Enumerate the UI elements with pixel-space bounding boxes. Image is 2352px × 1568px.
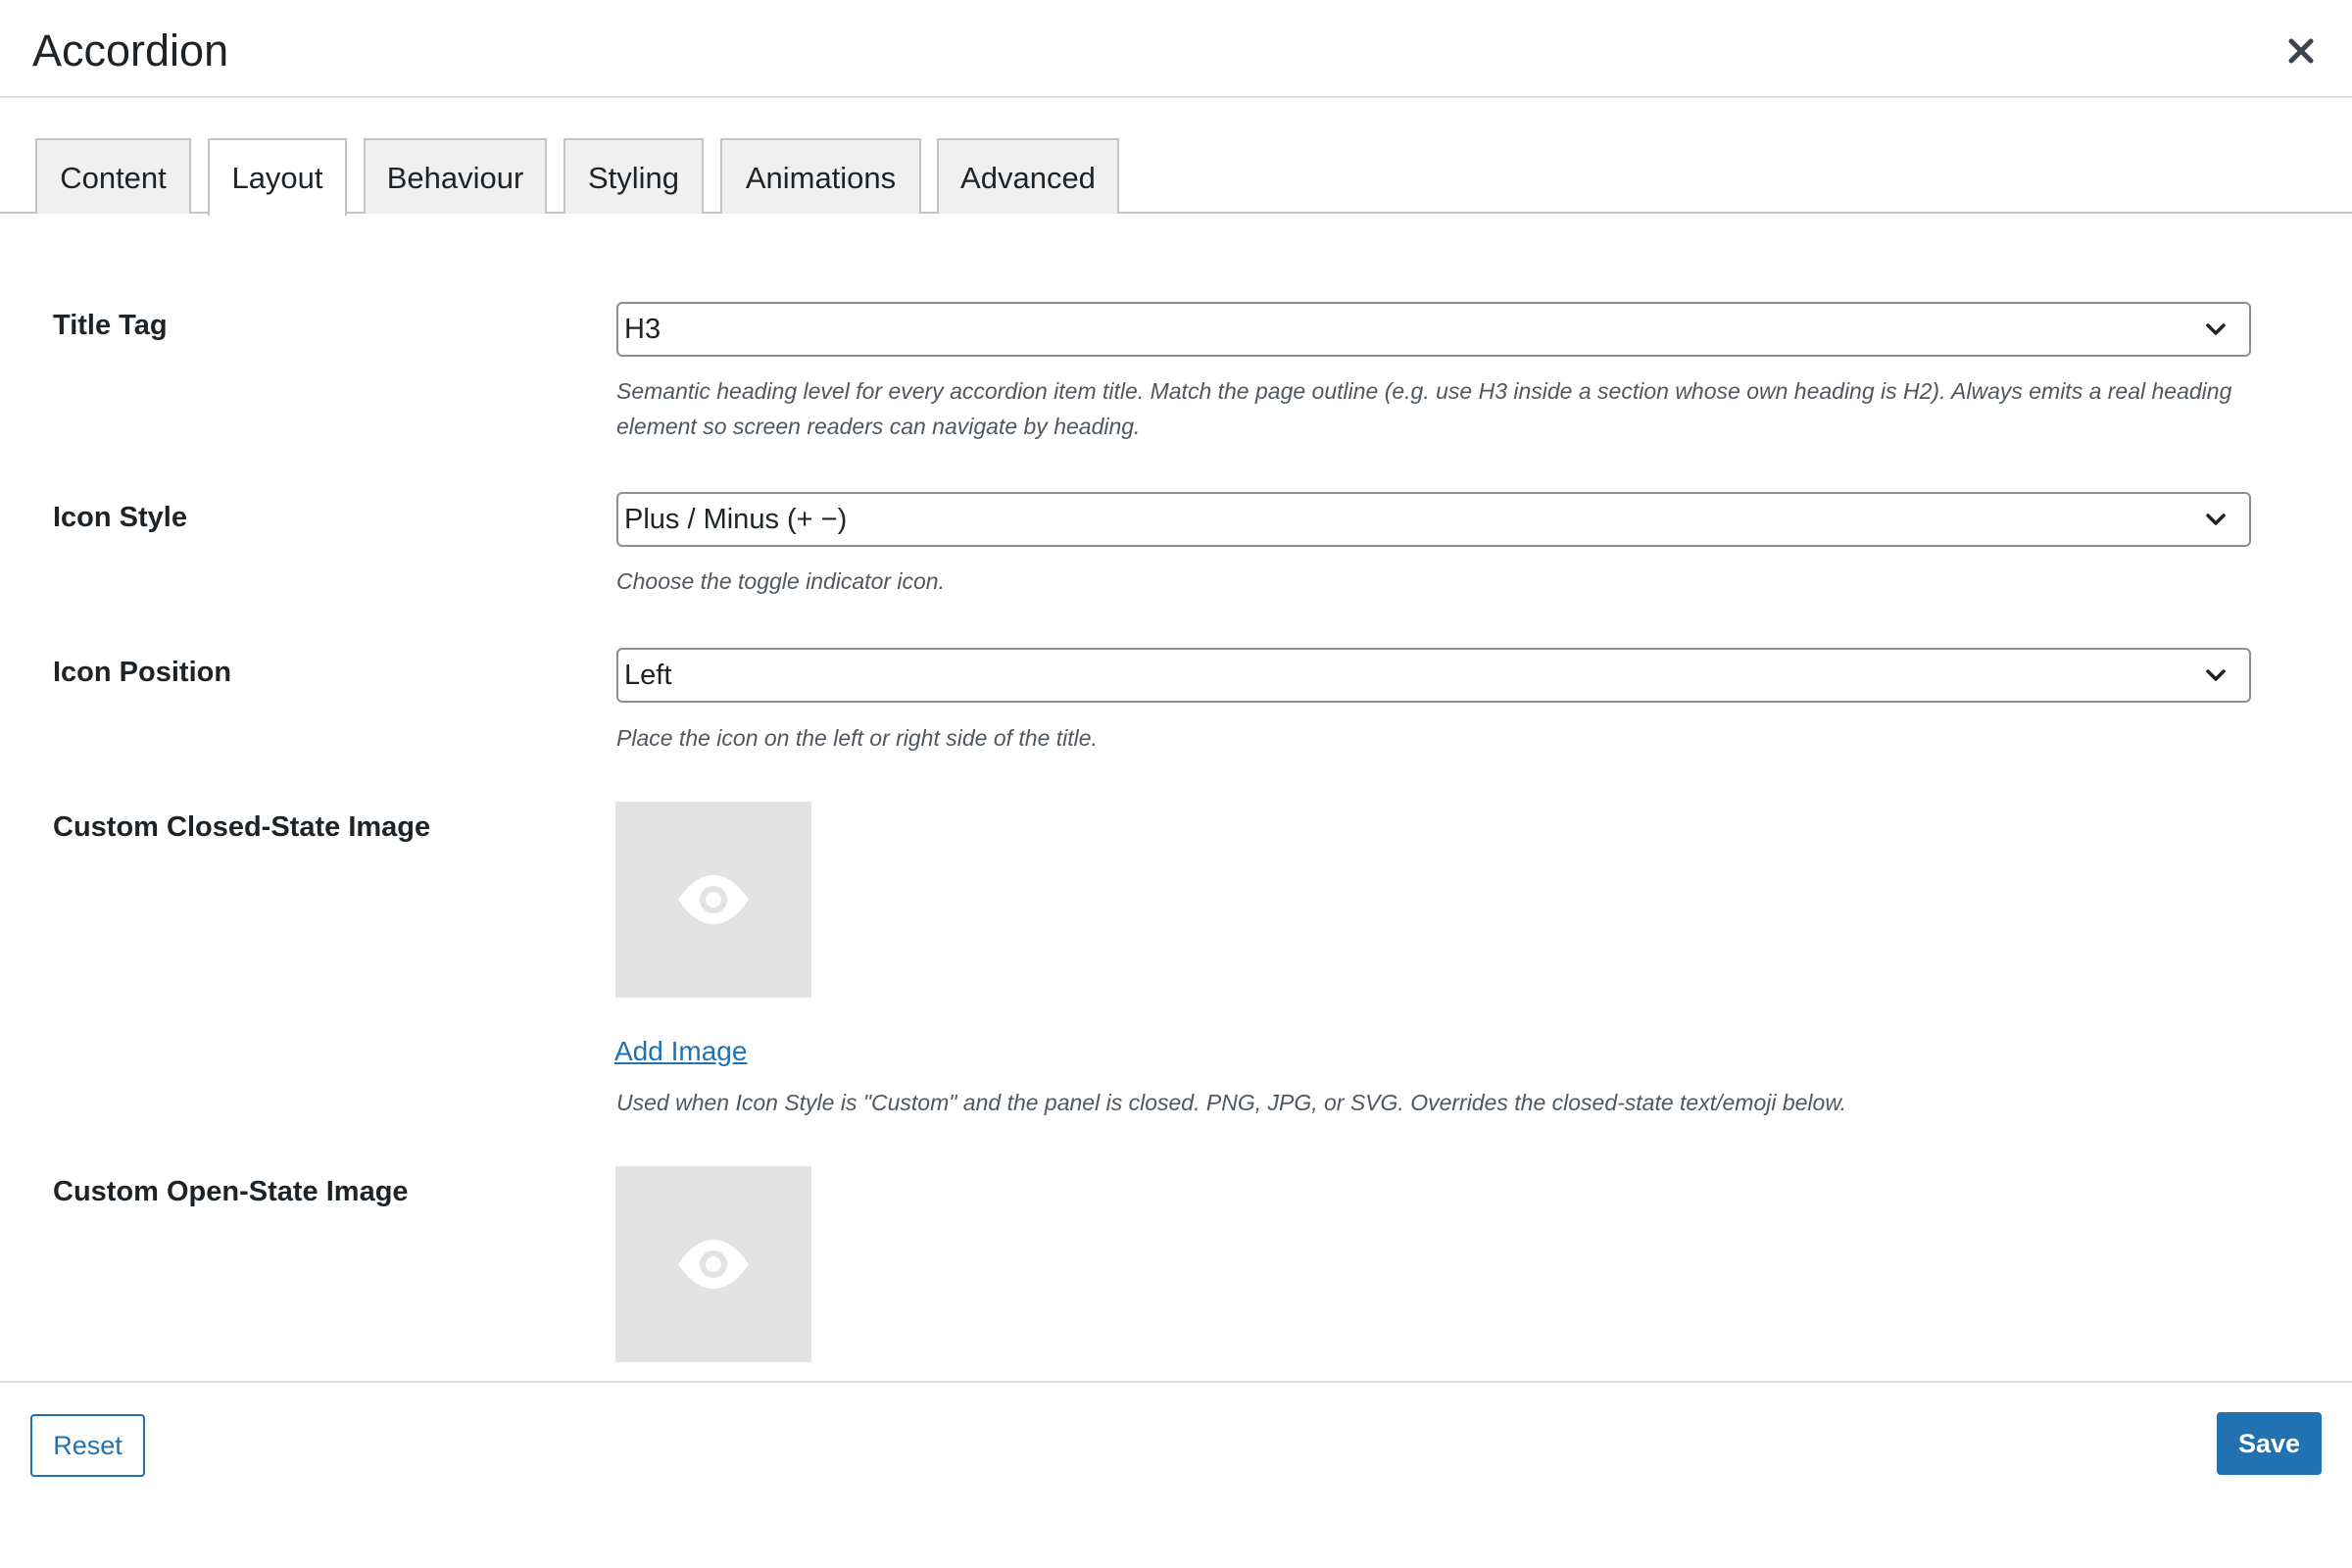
icon-style-select[interactable]: Plus / Minus (+ −): [616, 492, 2251, 547]
tab-advanced[interactable]: Advanced: [937, 138, 1119, 214]
modal-footer: Reset Save: [0, 1381, 2352, 1568]
icon-position-value: Left: [624, 660, 672, 691]
chevron-down-icon: [2206, 669, 2226, 681]
open-image-label: Custom Open-State Image: [53, 1176, 409, 1207]
tab-bar: Content Layout Behaviour Styling Animati…: [0, 138, 2352, 216]
tab-layout[interactable]: Layout: [208, 138, 347, 216]
chevron-down-icon: [2206, 323, 2226, 335]
accordion-settings-modal: Accordion Content Layout Behaviour Styli…: [0, 0, 2352, 1568]
icon-style-label: Icon Style: [53, 502, 187, 533]
save-button[interactable]: Save: [2217, 1412, 2322, 1475]
title-tag-value: H3: [624, 314, 662, 345]
icon-position-description: Place the icon on the left or right side…: [616, 725, 1098, 751]
title-tag-description: Semantic heading level for every accordi…: [616, 378, 2232, 439]
tab-behaviour[interactable]: Behaviour: [364, 138, 547, 214]
reset-button[interactable]: Reset: [30, 1414, 145, 1477]
icon-position-select[interactable]: Left: [616, 648, 2251, 703]
icon-position-label: Icon Position: [53, 657, 232, 688]
eye-icon: [678, 1240, 749, 1289]
modal-header: Accordion: [0, 0, 2352, 98]
add-image-link[interactable]: Add Image: [614, 1032, 747, 1071]
close-icon: [2288, 38, 2314, 64]
tab-styling[interactable]: Styling: [564, 138, 704, 214]
tab-animations[interactable]: Animations: [720, 138, 921, 214]
title-tag-select[interactable]: H3: [616, 302, 2251, 357]
title-tag-label: Title Tag: [53, 310, 168, 341]
close-button[interactable]: [2279, 29, 2323, 73]
eye-icon: [678, 875, 749, 924]
closed-image-description: Used when Icon Style is "Custom" and the…: [616, 1090, 1847, 1115]
modal-title: Accordion: [32, 25, 229, 75]
closed-image-label: Custom Closed-State Image: [53, 811, 431, 843]
tab-content[interactable]: Content: [35, 138, 191, 214]
closed-image-placeholder[interactable]: [615, 802, 811, 998]
chevron-down-icon: [2206, 514, 2226, 525]
open-image-placeholder[interactable]: [615, 1166, 811, 1362]
icon-style-value: Plus / Minus (+ −): [624, 504, 848, 535]
icon-style-description: Choose the toggle indicator icon.: [616, 568, 945, 594]
